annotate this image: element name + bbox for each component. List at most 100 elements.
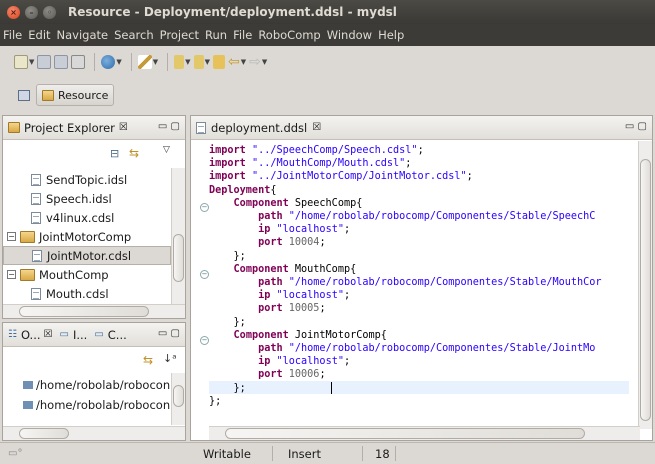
tree-item-v4linux[interactable]: v4linux.cdsl — [31, 208, 114, 227]
tab-outline[interactable]: O... — [21, 328, 41, 342]
menu-run[interactable]: Run — [202, 28, 230, 42]
back-button[interactable]: ⇦ ▼ — [228, 52, 246, 72]
code-line[interactable]: ip "localhost"; — [209, 289, 602, 302]
search-button[interactable]: ▼ — [101, 52, 122, 72]
perspective-resource-button[interactable]: Resource — [36, 84, 115, 106]
minimize-maximize-controls[interactable]: ▭ ▢ — [158, 121, 180, 132]
menu-search[interactable]: Search — [111, 28, 157, 42]
code-token: ; — [319, 369, 326, 381]
code-line[interactable]: }; — [209, 250, 602, 263]
minimize-maximize-controls[interactable]: ▭ ▢ — [158, 328, 180, 339]
code-line[interactable]: import "../MouthComp/Mouth.cdsl"; — [209, 157, 602, 170]
new-wizard-button[interactable]: ▼ — [14, 52, 34, 72]
prev-annotation-button[interactable]: ▼ — [193, 52, 210, 72]
scrollbar-thumb[interactable] — [173, 385, 184, 407]
save-button[interactable] — [37, 52, 52, 72]
code-line[interactable]: path "/home/robolab/robocomp/Componentes… — [209, 276, 602, 289]
code-line[interactable]: port 10004; — [209, 236, 602, 249]
collapse-toggle-icon[interactable]: − — [7, 270, 16, 279]
tree-item-sendtopic[interactable]: SendTopic.idsl — [31, 170, 127, 189]
menu-file-2[interactable]: File — [230, 28, 255, 42]
menu-file[interactable]: File — [0, 28, 25, 42]
editor-vscrollbar[interactable] — [638, 141, 652, 429]
code-token: ip — [258, 224, 271, 236]
minimize-window-button[interactable]: – — [25, 5, 38, 19]
outline-hscrollbar[interactable] — [3, 426, 185, 440]
pen-button[interactable]: ▼ — [137, 52, 158, 72]
scrollbar-thumb[interactable] — [19, 306, 149, 317]
code-token: path — [258, 343, 283, 355]
code-line[interactable]: import "../JointMotorComp/JointMotor.cds… — [209, 170, 602, 183]
outline-item[interactable]: /home/robolab/robocon — [23, 375, 170, 394]
collapse-all-icon[interactable]: ⊟ — [110, 147, 119, 160]
status-separator — [272, 446, 273, 461]
forward-button[interactable]: ⇨ ▼ — [249, 52, 267, 72]
menu-navigate[interactable]: Navigate — [54, 28, 112, 42]
scrollbar-thumb[interactable] — [173, 234, 184, 282]
code-line[interactable]: path "/home/robolab/robocomp/Componentes… — [209, 342, 602, 355]
code-line[interactable]: import "../SpeechComp/Speech.cdsl"; — [209, 144, 602, 157]
menu-project[interactable]: Project — [157, 28, 202, 42]
fold-toggle-icon[interactable]: − — [200, 203, 209, 212]
main-toolbar: ▼ ▼ ▼ ▼ ▼ ⇦ ▼ ⇨ ▼ — [0, 46, 655, 78]
print-button[interactable] — [71, 52, 86, 72]
tree-item-speech[interactable]: Speech.idsl — [31, 189, 112, 208]
scrollbar-thumb[interactable] — [19, 428, 69, 439]
tab-third[interactable]: C... — [108, 328, 127, 342]
fold-toggle-icon[interactable]: − — [200, 336, 209, 345]
outline-vscrollbar[interactable] — [171, 373, 185, 425]
tab-second[interactable]: I... — [73, 328, 87, 342]
menu-robocomp[interactable]: RoboComp — [255, 28, 323, 42]
tree-item-mouth[interactable]: Mouth.cdsl — [31, 284, 109, 303]
link-with-editor-icon[interactable]: ⇆ — [143, 353, 153, 367]
last-edit-button[interactable] — [212, 52, 225, 72]
code-line[interactable]: Component JointMotorComp{ — [209, 329, 602, 342]
close-tab-icon[interactable]: ☒ — [312, 122, 321, 133]
minimize-maximize-controls[interactable]: ▭ ▢ — [625, 121, 647, 132]
code-editor-text[interactable]: import "../SpeechComp/Speech.cdsl"; impor… — [209, 144, 602, 408]
menu-edit[interactable]: Edit — [25, 28, 53, 42]
close-view-icon[interactable]: ☒ — [44, 329, 53, 340]
maximize-window-button[interactable]: ◦ — [43, 5, 56, 19]
menu-window[interactable]: Window — [324, 28, 375, 42]
code-line[interactable]: path "/home/robolab/robocomp/Componentes… — [209, 210, 602, 223]
code-line[interactable]: ip "localhost"; — [209, 355, 602, 368]
collapse-toggle-icon[interactable]: − — [7, 232, 16, 241]
code-line[interactable]: Deployment{ — [209, 184, 602, 197]
save-all-icon — [54, 55, 69, 69]
code-line[interactable]: Component MouthComp{ — [209, 263, 602, 276]
sort-alphabetically-icon[interactable]: ↓ᵃ — [163, 352, 177, 365]
text-cursor — [331, 382, 332, 394]
code-line[interactable]: port 10005; — [209, 302, 602, 315]
link-with-editor-icon[interactable]: ⇆ — [129, 146, 139, 160]
tree-item-jointmotorcomp[interactable]: − JointMotorComp — [7, 227, 131, 246]
code-line[interactable]: Component SpeechComp{ — [209, 197, 602, 210]
fold-toggle-icon[interactable]: − — [200, 270, 209, 279]
scrollbar-thumb[interactable] — [640, 159, 651, 421]
project-tree-vscrollbar[interactable] — [171, 168, 185, 306]
open-perspective-icon[interactable] — [18, 89, 30, 101]
editor-tab-deployment[interactable]: deployment.ddsl — [211, 121, 307, 135]
tree-item-jointmotor-selected[interactable]: JointMotor.cdsl — [3, 246, 171, 265]
code-line[interactable]: ip "localhost"; — [209, 223, 602, 236]
code-token: "/home/robolab/robocomp/Componentes/Stab… — [288, 277, 602, 289]
save-all-button[interactable] — [54, 52, 69, 72]
code-line[interactable]: port 10006; — [209, 368, 602, 381]
code-line[interactable]: }; — [209, 316, 602, 329]
scrollbar-thumb[interactable] — [225, 428, 585, 439]
close-view-icon[interactable]: ☒ — [119, 122, 128, 133]
tree-item-mouthcomp[interactable]: − MouthComp — [7, 265, 109, 284]
fast-view-icon[interactable]: ▭° — [8, 448, 22, 459]
project-tree-hscrollbar[interactable] — [3, 304, 185, 318]
code-token: ; — [466, 171, 473, 183]
view-menu-icon[interactable]: ▽ — [163, 145, 170, 155]
outline-icon: ☷ — [8, 329, 17, 340]
editor-hscrollbar[interactable] — [209, 426, 640, 440]
code-line[interactable]: }; — [209, 382, 602, 395]
outline-item[interactable]: /home/robolab/robocon — [23, 395, 170, 414]
menu-help[interactable]: Help — [375, 28, 407, 42]
next-annotation-button[interactable]: ▼ — [174, 52, 191, 72]
code-line[interactable]: }; — [209, 395, 602, 408]
close-window-button[interactable]: × — [7, 5, 20, 19]
